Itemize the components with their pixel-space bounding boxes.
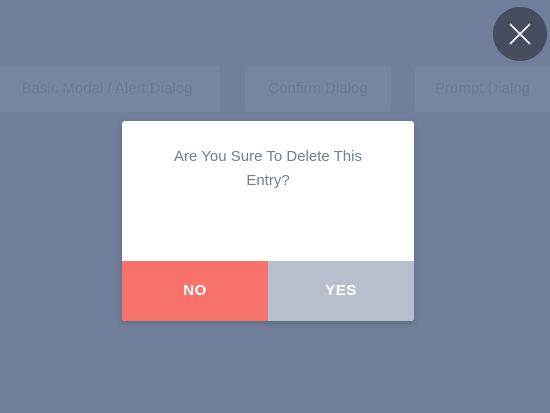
prompt-dialog-button[interactable]: Prompt Dialog: [415, 66, 550, 112]
yes-button[interactable]: YES: [268, 261, 414, 321]
dialog-trigger-buttons: Basic Modal / Alert Dialog Confirm Dialo…: [0, 66, 550, 112]
dialog-body: Are You Sure To Delete This Entry?: [122, 121, 414, 261]
dialog-message: Are You Sure To Delete This Entry?: [174, 148, 362, 189]
basic-modal-button[interactable]: Basic Modal / Alert Dialog: [0, 66, 220, 112]
confirm-dialog-button[interactable]: Confirm Dialog: [245, 66, 391, 112]
dialog-actions: NO YES: [122, 261, 414, 321]
confirm-dialog: Are You Sure To Delete This Entry? NO YE…: [122, 121, 414, 321]
close-icon: [509, 23, 531, 45]
no-button[interactable]: NO: [122, 261, 268, 321]
close-overlay-button[interactable]: [493, 7, 547, 61]
